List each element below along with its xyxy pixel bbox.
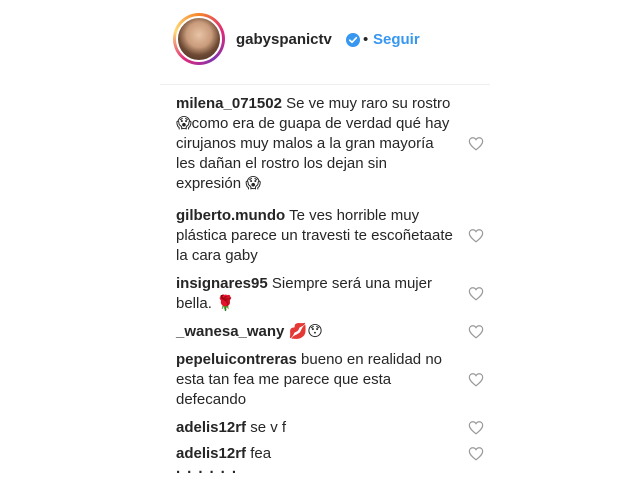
comment-username[interactable]: adelis12rf (176, 419, 246, 436)
comment-text: 💋😯 (288, 323, 323, 340)
comment-text: fea (250, 445, 272, 462)
comment-item: adelis12rf se v f (160, 418, 490, 444)
clipped-text-fragment: · · · · · · (176, 468, 238, 480)
heart-outline-icon[interactable] (468, 286, 484, 301)
comment-item: adelis12rf fea (160, 444, 490, 470)
comment-text: se v f (250, 419, 287, 436)
comment-item: milena_071502 Se ve muy raro su rostro 😱… (160, 94, 490, 206)
comment-item: _wanesa_wany 💋😯 (160, 322, 490, 350)
post-header: gabyspanictv • Seguir (160, 0, 490, 85)
avatar[interactable] (176, 16, 222, 62)
heart-outline-icon[interactable] (468, 420, 484, 435)
verified-badge-icon (346, 33, 360, 47)
avatar-story-ring[interactable] (173, 13, 225, 65)
comment-item: gilberto.mundo Te ves horrible muy plást… (160, 206, 490, 274)
comment-body: insignares95 Siempre será una mujer bell… (176, 274, 454, 314)
heart-outline-icon[interactable] (468, 324, 484, 339)
next-comment-partial: · · · · · · (176, 468, 316, 480)
comment-body: milena_071502 Se ve muy raro su rostro 😱… (176, 94, 454, 194)
comment-username[interactable]: _wanesa_wany (176, 323, 284, 340)
follow-button[interactable]: Seguir (373, 31, 420, 48)
post-author-username[interactable]: gabyspanictv (236, 31, 332, 48)
heart-outline-icon[interactable] (468, 228, 484, 243)
comment-body: _wanesa_wany 💋😯 (176, 322, 454, 342)
comment-username[interactable]: adelis12rf (176, 445, 246, 462)
heart-outline-icon[interactable] (468, 372, 484, 387)
heart-outline-icon[interactable] (468, 136, 484, 151)
comment-body: gilberto.mundo Te ves horrible muy plást… (176, 206, 454, 266)
comment-username[interactable]: pepeluicontreras (176, 351, 297, 368)
comments-panel: gabyspanictv • Seguir milena_071502 Se v… (160, 0, 490, 480)
header-separator: • (363, 31, 369, 48)
comment-item: pepeluicontreras bueno en realidad no es… (160, 350, 490, 418)
heart-outline-icon[interactable] (468, 446, 484, 461)
comment-list: milena_071502 Se ve muy raro su rostro 😱… (160, 94, 490, 470)
comment-username[interactable]: insignares95 (176, 275, 268, 292)
comment-body: adelis12rf se v f (176, 418, 454, 438)
comment-item: insignares95 Siempre será una mujer bell… (160, 274, 490, 322)
comment-username[interactable]: gilberto.mundo (176, 207, 285, 224)
comment-username[interactable]: milena_071502 (176, 95, 282, 112)
comment-body: pepeluicontreras bueno en realidad no es… (176, 350, 454, 410)
comment-body: adelis12rf fea (176, 444, 454, 464)
